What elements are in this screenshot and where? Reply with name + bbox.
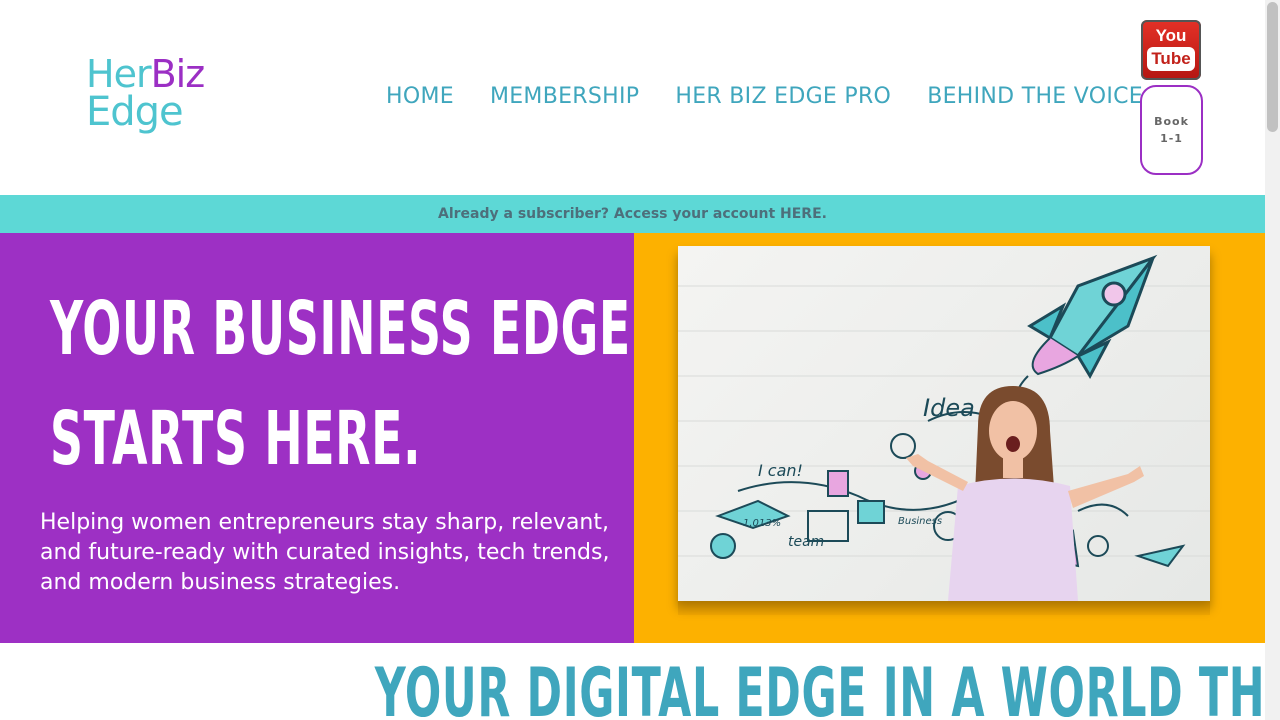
nav-membership[interactable]: MEMBERSHIP xyxy=(490,84,639,109)
youtube-icon[interactable]: You Tube xyxy=(1141,20,1201,80)
page-scrollbar[interactable] xyxy=(1265,0,1280,720)
hero-title-line2: STARTS HERE. xyxy=(50,396,422,482)
board-word-business: Business xyxy=(898,516,942,527)
board-word-percent: 1.013% xyxy=(743,518,781,529)
logo-line2: Edge xyxy=(86,89,184,135)
hero-image-panel: Idea I can! team 1.013% Business xyxy=(634,233,1265,643)
book-1-1-button[interactable]: Book 1-1 xyxy=(1140,85,1203,175)
book-button-line1: Book xyxy=(1154,115,1189,128)
hero-illustration: Idea I can! team 1.013% Business xyxy=(678,246,1210,601)
hero-subtitle: Helping women entrepreneurs stay sharp, … xyxy=(40,510,610,595)
hero-text-panel: YOUR BUSINESS EDGE STARTS HERE. Helping … xyxy=(0,233,634,643)
board-word-idea: Idea xyxy=(923,394,975,422)
section-title: YOUR DIGITAL EDGE IN A WORLD THAT WON’T … xyxy=(0,654,1265,720)
book-button-line2: 1-1 xyxy=(1160,132,1183,145)
board-word-ican: I can! xyxy=(758,461,803,480)
site-header: HerBiz Edge HOME MEMBERSHIP HER BIZ EDGE… xyxy=(0,0,1265,195)
hero-title-line1: YOUR BUSINESS EDGE xyxy=(50,286,631,372)
main-nav: HOME MEMBERSHIP HER BIZ EDGE PRO BEHIND … xyxy=(386,84,1143,109)
scrollbar-thumb[interactable] xyxy=(1267,2,1278,132)
section-title-text: YOUR DIGITAL EDGE IN A WORLD THAT WON’T … xyxy=(374,654,1265,720)
subscriber-banner[interactable]: Already a subscriber? Access your accoun… xyxy=(0,195,1265,233)
page: HerBiz Edge HOME MEMBERSHIP HER BIZ EDGE… xyxy=(0,0,1265,720)
subscriber-banner-text[interactable]: Already a subscriber? Access your accoun… xyxy=(438,206,827,222)
nav-her-biz-edge-pro[interactable]: HER BIZ EDGE PRO xyxy=(675,84,891,109)
nav-home[interactable]: HOME xyxy=(386,84,454,109)
youtube-you-text: You xyxy=(1155,26,1187,45)
youtube-tube-text: Tube xyxy=(1147,47,1195,71)
whiteboard-sketch: Idea I can! team 1.013% Business xyxy=(678,254,1210,601)
nav-behind-the-voice[interactable]: BEHIND THE VOICE xyxy=(927,84,1143,109)
board-word-team: team xyxy=(788,534,824,550)
board-shadow xyxy=(678,601,1210,615)
herbizedge-logo[interactable]: HerBiz Edge xyxy=(86,52,226,142)
rocket-icon xyxy=(1027,254,1158,380)
